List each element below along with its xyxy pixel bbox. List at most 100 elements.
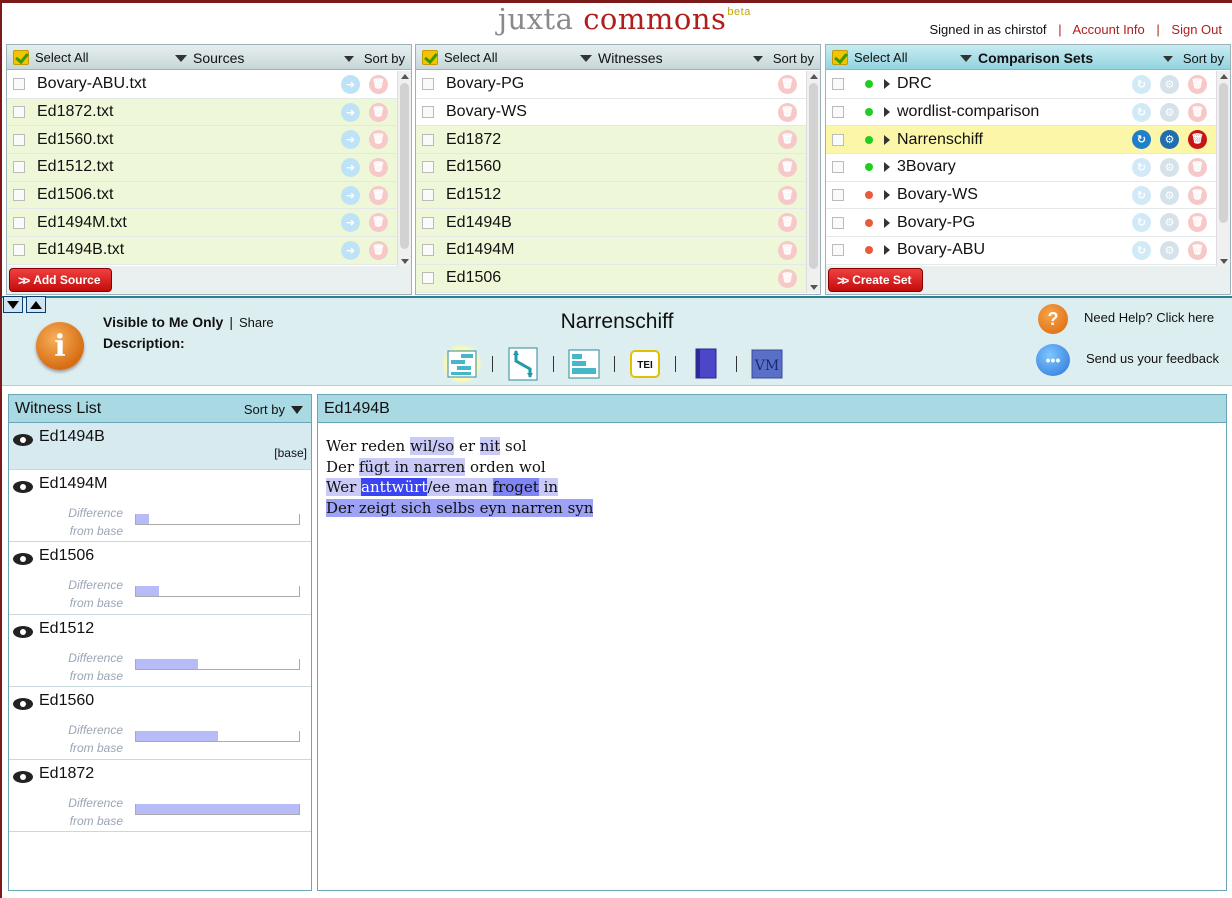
trash-icon[interactable]: 🗑 [369, 185, 388, 205]
row-checkbox[interactable] [422, 189, 434, 202]
comparison-sets-scrollbar[interactable] [1216, 71, 1230, 267]
comparison-sets-sort-by[interactable]: Sort by [1162, 51, 1224, 66]
trash-icon[interactable]: 🗑 [778, 74, 797, 94]
expand-triangle-icon[interactable] [884, 245, 890, 256]
eye-icon[interactable] [13, 625, 33, 638]
witness-list-item[interactable]: Ed1560 Difference from base [9, 687, 311, 760]
variant-highlight[interactable]: /ee man [427, 478, 493, 497]
arrow-right-icon[interactable]: ➜ [341, 102, 360, 122]
tei-export-icon[interactable]: TEI [625, 344, 665, 384]
account-info-link[interactable]: Account Info [1072, 22, 1144, 37]
expand-triangle-icon[interactable] [884, 190, 890, 201]
sources-sort-by[interactable]: Sort by [343, 51, 405, 66]
witness-list-sort-by[interactable]: Sort by [244, 402, 303, 417]
trash-icon[interactable]: 🗑 [1188, 240, 1207, 260]
row-checkbox[interactable] [832, 244, 844, 257]
trash-icon[interactable]: 🗑 [369, 130, 388, 150]
source-row[interactable]: Ed1512.txt ➜ 🗑 [7, 154, 397, 182]
refresh-icon[interactable]: ↻ [1132, 102, 1151, 122]
trash-icon[interactable]: 🗑 [369, 213, 388, 233]
trash-icon[interactable]: 🗑 [778, 213, 797, 233]
variant-highlight[interactable]: Wer [326, 478, 362, 497]
variant-highlight[interactable]: in [538, 478, 559, 497]
witness-row[interactable]: Ed1872 🗑 [416, 126, 806, 155]
trash-icon[interactable]: 🗑 [1188, 102, 1207, 122]
row-checkbox[interactable] [422, 78, 434, 91]
source-row[interactable]: Ed1560.txt ➜ 🗑 [7, 126, 397, 155]
gear-icon[interactable]: ⚙ [1160, 74, 1179, 94]
eye-icon[interactable] [13, 434, 33, 446]
trash-icon[interactable]: 🗑 [778, 130, 797, 150]
row-checkbox[interactable] [832, 78, 844, 91]
arrow-right-icon[interactable]: ➜ [341, 185, 360, 205]
arrow-right-icon[interactable]: ➜ [341, 130, 360, 150]
help-icon[interactable]: ? [1038, 304, 1068, 334]
witnesses-select-all[interactable]: Select All [422, 50, 497, 65]
witnesses-title[interactable]: Witnesses [580, 50, 663, 66]
row-checkbox[interactable] [832, 133, 844, 146]
witness-row[interactable]: Ed1494B 🗑 [416, 209, 806, 238]
witness-list-item[interactable]: Ed1872 Difference from base [9, 760, 311, 832]
witness-row[interactable]: Ed1494M 🗑 [416, 237, 806, 265]
create-set-button[interactable]: >> Create Set [828, 268, 923, 292]
comparison-set-row[interactable]: 3Bovary ↻ ⚙ 🗑 [826, 154, 1216, 182]
source-row[interactable]: Ed1494B.txt ➜ 🗑 [7, 237, 397, 265]
row-checkbox[interactable] [13, 161, 25, 174]
row-checkbox[interactable] [422, 272, 434, 285]
row-checkbox[interactable] [422, 106, 434, 119]
witness-list-item[interactable]: Ed1494M Difference from base [9, 470, 311, 543]
app-logo[interactable]: juxta commonsbeta [498, 2, 750, 42]
row-checkbox[interactable] [13, 106, 25, 119]
source-row[interactable]: Ed1506.txt ➜ 🗑 [7, 181, 397, 210]
trash-icon[interactable]: 🗑 [778, 102, 797, 122]
trash-icon[interactable]: 🗑 [778, 185, 797, 205]
feedback-link[interactable]: Send us your feedback [1086, 351, 1219, 366]
witness-row[interactable]: Bovary-PG 🗑 [416, 71, 806, 99]
trash-icon[interactable]: 🗑 [778, 268, 797, 288]
trash-icon[interactable]: 🗑 [1188, 130, 1207, 150]
row-checkbox[interactable] [832, 161, 844, 174]
witness-row[interactable]: Ed1512 🗑 [416, 181, 806, 210]
row-checkbox[interactable] [13, 78, 25, 91]
comparison-sets-select-all[interactable]: Select All [832, 50, 907, 65]
witness-list-item[interactable]: Ed1494B [base] [9, 423, 311, 470]
row-checkbox[interactable] [422, 216, 434, 229]
refresh-icon[interactable]: ↻ [1132, 185, 1151, 205]
versioning-machine-icon[interactable]: VM [747, 344, 787, 384]
source-row[interactable]: Bovary-ABU.txt ➜ 🗑 [7, 71, 397, 99]
row-checkbox[interactable] [422, 133, 434, 146]
refresh-icon[interactable]: ↻ [1132, 74, 1151, 94]
feedback-icon[interactable]: ••• [1036, 344, 1070, 376]
refresh-icon[interactable]: ↻ [1132, 213, 1151, 233]
row-checkbox[interactable] [832, 216, 844, 229]
eye-icon[interactable] [13, 698, 33, 711]
add-source-button[interactable]: >> Add Source [9, 268, 112, 292]
row-checkbox[interactable] [832, 189, 844, 202]
source-row[interactable]: Ed1494M.txt ➜ 🗑 [7, 209, 397, 238]
sources-scrollbar[interactable] [397, 71, 411, 267]
gear-icon[interactable]: ⚙ [1160, 157, 1179, 177]
expand-triangle-icon[interactable] [884, 79, 890, 90]
trash-icon[interactable]: 🗑 [369, 74, 388, 94]
sources-select-all[interactable]: Select All [13, 50, 88, 65]
witness-row[interactable]: Ed1560 🗑 [416, 154, 806, 182]
heatmap-view-icon[interactable] [442, 344, 482, 384]
eye-icon[interactable] [13, 553, 33, 566]
sources-title[interactable]: Sources [175, 50, 244, 66]
eye-icon[interactable] [13, 481, 33, 493]
trash-icon[interactable]: 🗑 [369, 102, 388, 122]
trash-icon[interactable]: 🗑 [1188, 185, 1207, 205]
witnesses-sort-by[interactable]: Sort by [752, 51, 814, 66]
comparison-set-row[interactable]: Bovary-ABU ↻ ⚙ 🗑 [826, 237, 1216, 265]
expand-triangle-icon[interactable] [884, 217, 890, 228]
trash-icon[interactable]: 🗑 [369, 157, 388, 177]
arrow-right-icon[interactable]: ➜ [341, 213, 360, 233]
variant-highlight[interactable]: anttwürt [361, 478, 428, 497]
row-checkbox[interactable] [422, 161, 434, 174]
edition-icon[interactable] [686, 344, 726, 384]
gear-icon[interactable]: ⚙ [1160, 130, 1179, 150]
row-checkbox[interactable] [422, 244, 434, 257]
trash-icon[interactable]: 🗑 [778, 240, 797, 260]
row-checkbox[interactable] [13, 133, 25, 146]
comparison-set-row[interactable]: DRC ↻ ⚙ 🗑 [826, 71, 1216, 99]
